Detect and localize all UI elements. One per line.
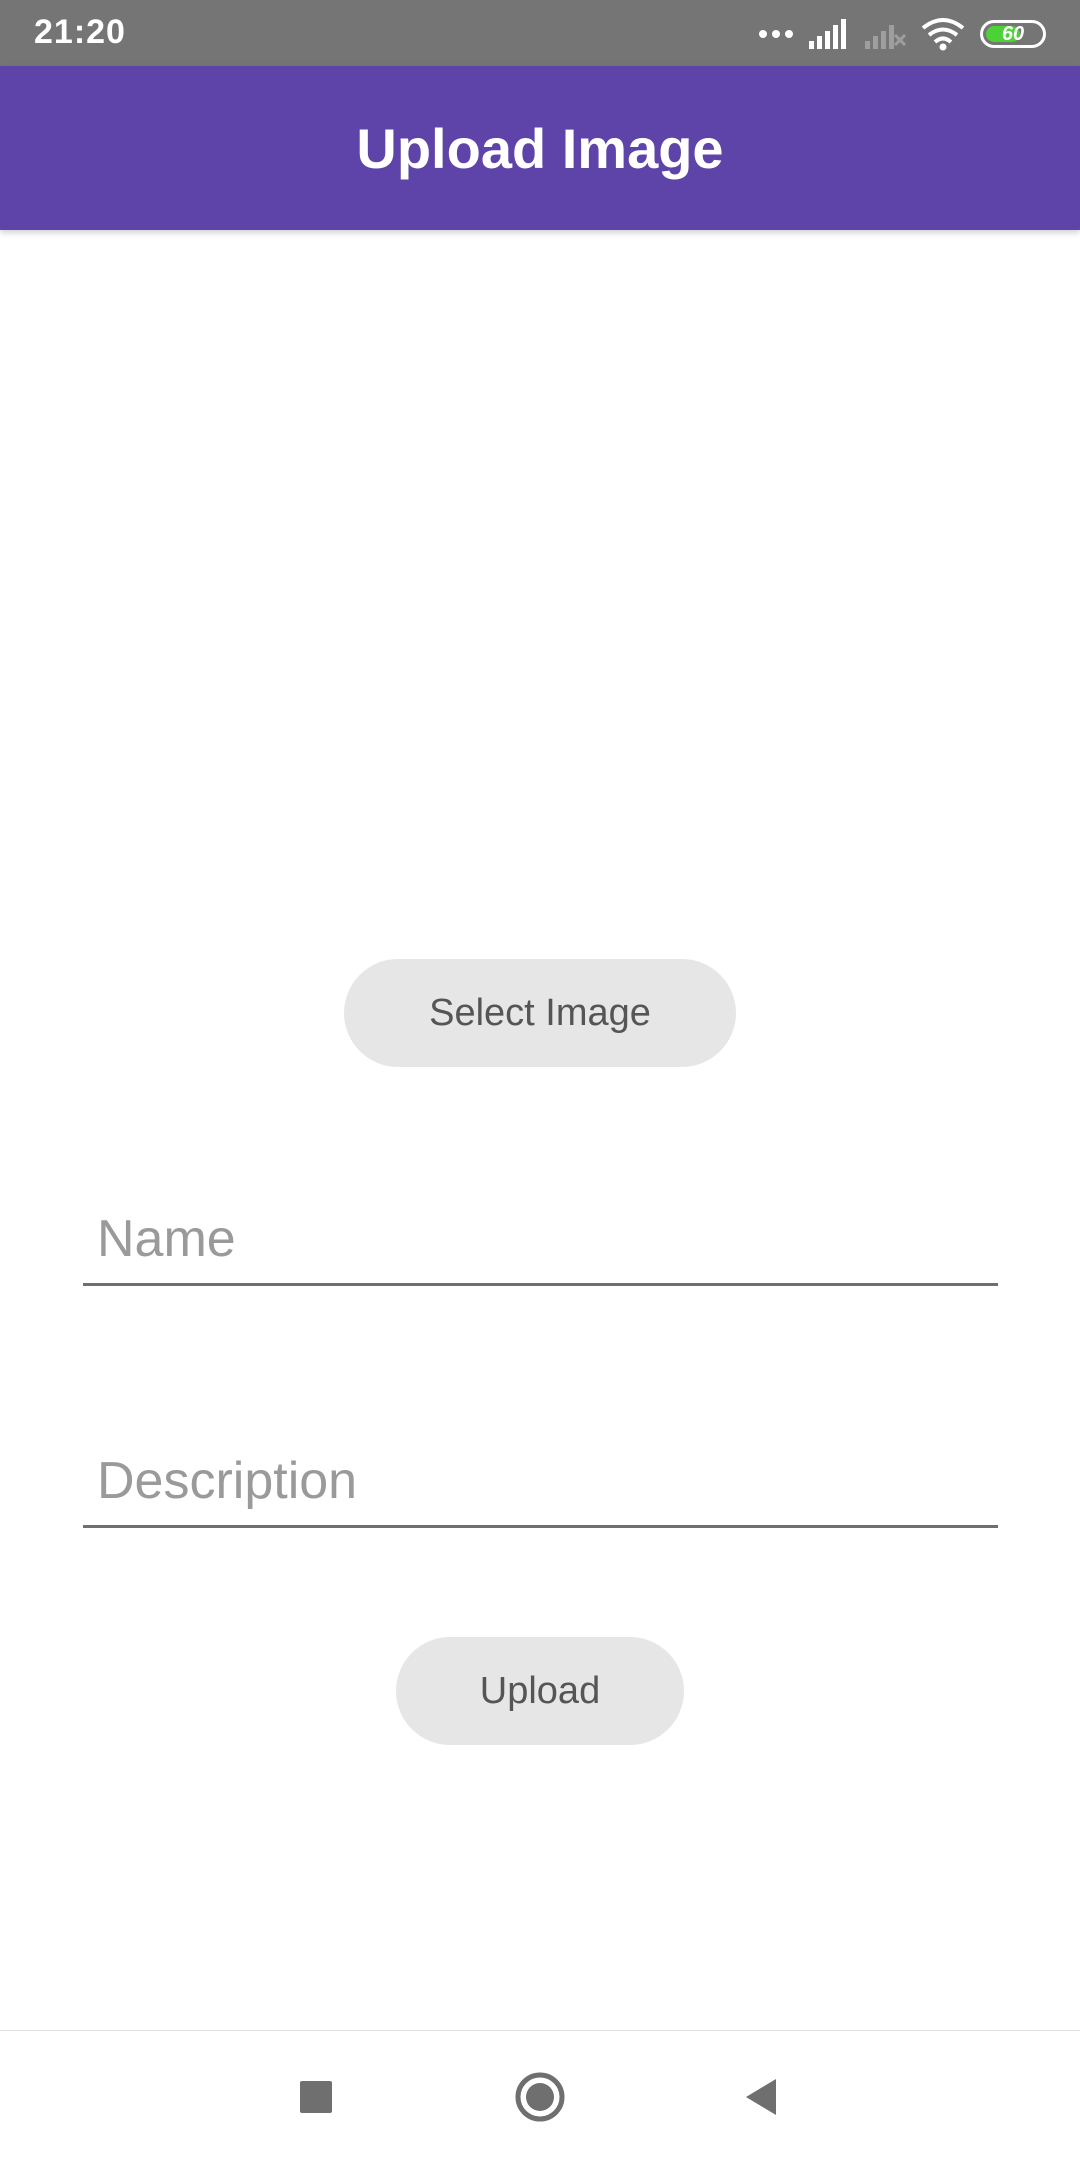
screen: 21:20 60 Upload Image Select Image Name … xyxy=(0,0,1080,2160)
app-bar: Upload Image xyxy=(0,66,1080,230)
select-image-button[interactable]: Select Image xyxy=(344,959,736,1067)
back-button[interactable] xyxy=(730,2065,794,2129)
wifi-icon xyxy=(920,17,966,51)
name-field[interactable] xyxy=(97,1209,977,1269)
name-field-container xyxy=(83,1196,998,1286)
status-time: 21:20 xyxy=(34,13,126,51)
signal-icon xyxy=(808,19,850,49)
home-button[interactable] xyxy=(508,2065,572,2129)
battery-icon: 60 xyxy=(980,20,1046,48)
description-field-container xyxy=(83,1438,998,1528)
back-icon xyxy=(746,2079,776,2115)
more-dots-icon xyxy=(758,28,794,40)
page-title: Upload Image xyxy=(356,116,724,180)
recent-apps-button[interactable] xyxy=(284,2065,348,2129)
status-bar: 21:20 60 xyxy=(0,0,1080,66)
upload-button[interactable]: Upload xyxy=(396,1637,684,1745)
recent-apps-icon xyxy=(300,2081,332,2113)
home-icon xyxy=(515,2072,565,2122)
signal-no-service-icon xyxy=(864,19,906,49)
status-icons: 60 xyxy=(758,14,1046,54)
battery-level: 60 xyxy=(1001,22,1025,45)
navigation-bar xyxy=(0,2030,1080,2160)
description-field[interactable] xyxy=(97,1451,977,1511)
